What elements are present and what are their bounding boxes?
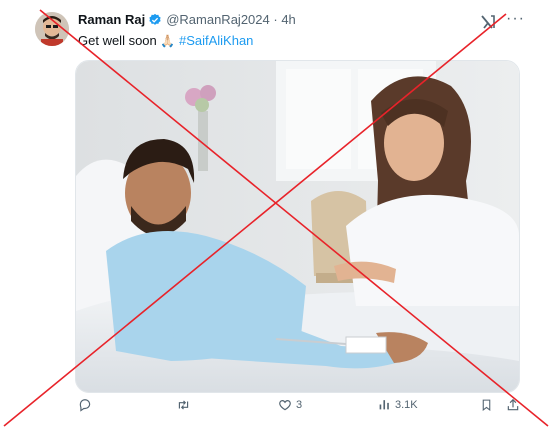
repost-icon: [178, 400, 189, 410]
reply-icon: [79, 399, 91, 412]
avatar-image: [35, 12, 69, 46]
more-options-icon[interactable]: ···: [506, 10, 525, 28]
timestamp[interactable]: 4h: [281, 12, 295, 27]
avatar[interactable]: [35, 12, 69, 46]
tweet-header: Raman Raj @RamanRaj2024 · 4h: [78, 12, 296, 30]
tweet-media[interactable]: [75, 60, 520, 393]
tweet-text-body: Get well soon: [78, 33, 157, 48]
views-count: 3.1K: [395, 398, 418, 411]
share-button[interactable]: [506, 398, 520, 412]
reply-button[interactable]: [78, 398, 96, 412]
like-count: 3: [296, 399, 303, 411]
hospital-photo: [76, 61, 519, 392]
bookmark-icon: [482, 399, 491, 411]
action-bar: 3 3.1K: [0, 398, 550, 422]
handle[interactable]: @RamanRaj2024: [166, 12, 270, 27]
verified-badge-icon: [148, 13, 162, 30]
display-name[interactable]: Raman Raj: [78, 12, 145, 27]
separator-dot: ·: [273, 12, 278, 27]
share-icon: [507, 398, 519, 411]
grok-icon[interactable]: [480, 14, 496, 35]
tweet-text: Get well soon 🙏🏻 #SaifAliKhan: [78, 33, 253, 48]
heart-icon: [279, 400, 291, 411]
like-button[interactable]: 3: [278, 398, 302, 412]
views-button[interactable]: 3.1K: [378, 398, 418, 411]
views-chart-icon: [379, 400, 389, 410]
bookmark-button[interactable]: [480, 398, 493, 412]
hashtag-link[interactable]: #SaifAliKhan: [179, 33, 253, 48]
folded-hands-emoji: 🙏🏻: [160, 34, 176, 48]
repost-button[interactable]: [176, 398, 195, 412]
